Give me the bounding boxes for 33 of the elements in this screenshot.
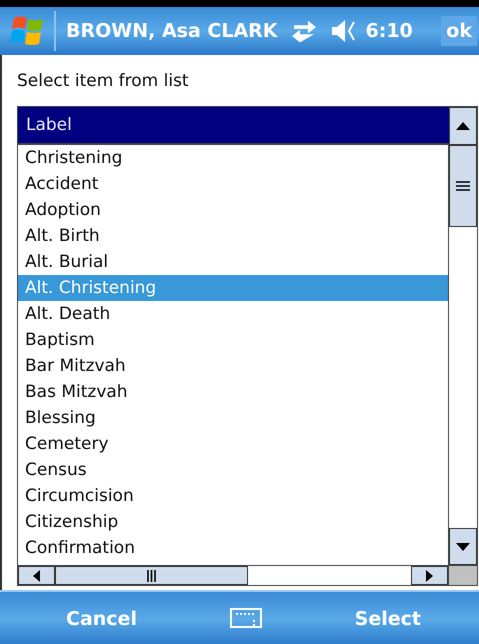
up-arrow-icon — [456, 122, 470, 130]
scroll-thumb[interactable] — [55, 566, 248, 585]
scroll-up-button[interactable] — [449, 107, 477, 145]
list-item[interactable]: Baptism — [18, 327, 448, 353]
clock-time: 6:10 — [366, 20, 413, 42]
list-item[interactable]: Alt. Birth — [18, 223, 448, 249]
list-item[interactable]: Circumcision — [18, 483, 448, 509]
list-item[interactable]: Confirmation — [18, 535, 448, 561]
vertical-scrollbar[interactable] — [449, 145, 477, 565]
window-title: BROWN, Asa CLARK — [66, 20, 278, 42]
list-item[interactable]: Alt. Burial — [18, 249, 448, 275]
list-item[interactable]: Bar Mitzvah — [18, 353, 448, 379]
down-arrow-icon — [456, 542, 470, 550]
connectivity-icon[interactable] — [290, 19, 318, 43]
left-arrow-icon — [33, 570, 40, 582]
scroll-left-button[interactable] — [18, 566, 55, 585]
list-item[interactable]: Blessing — [18, 405, 448, 431]
horizontal-scrollbar[interactable] — [18, 565, 449, 585]
scroll-right-button[interactable] — [411, 566, 448, 585]
right-arrow-icon — [426, 570, 433, 582]
list-item[interactable]: Census — [18, 457, 448, 483]
list-item[interactable]: Citizenship — [18, 509, 448, 535]
list-item[interactable]: Christening — [18, 145, 448, 171]
list-item[interactable]: Cemetery — [18, 431, 448, 457]
scroll-down-button[interactable] — [449, 528, 477, 565]
list-item[interactable]: Alt. Death — [18, 301, 448, 327]
prompt-text: Select item from list — [17, 70, 190, 90]
scroll-thumb[interactable] — [449, 145, 477, 227]
list-item[interactable]: Accident — [18, 171, 448, 197]
list-item[interactable]: Bas Mitzvah — [18, 379, 448, 405]
keyboard-icon[interactable] — [230, 608, 262, 630]
column-header[interactable]: Label — [18, 107, 449, 145]
list-item[interactable]: Adoption — [18, 197, 448, 223]
